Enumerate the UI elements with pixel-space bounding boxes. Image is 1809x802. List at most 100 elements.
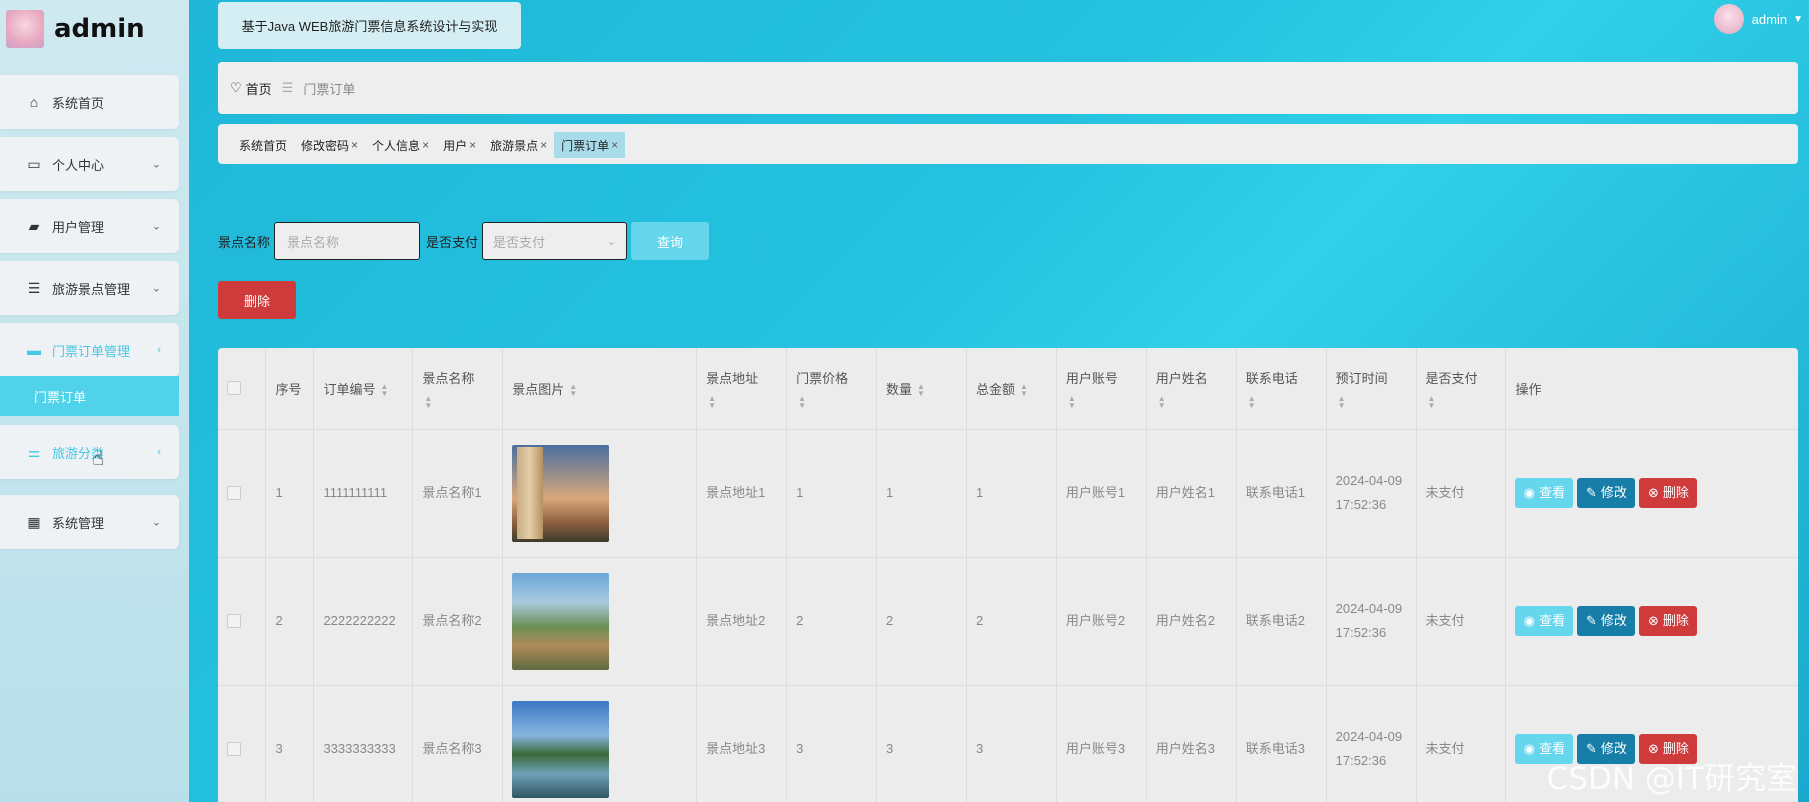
sidebar-item-5[interactable]: ⚌ 旅游分类 ‹: [0, 425, 179, 479]
breadcrumb: ♡ 首页 ☰ 门票订单: [218, 62, 1798, 114]
col-paid[interactable]: 是否支付 ▲ ▼: [1416, 348, 1507, 430]
col-phone-label: 联系电话: [1245, 370, 1298, 386]
edit-button[interactable]: ✎ 修改: [1577, 606, 1636, 636]
chat-icon: ▬: [27, 342, 41, 358]
tab-2[interactable]: 个人信息 ×: [365, 132, 436, 158]
cell-book-time: 2024-04-09 17:52:36: [1326, 557, 1417, 686]
sidebar-item-1[interactable]: ▭ 个人中心 ⌄: [0, 137, 179, 191]
sidebar: admin ⌂ 系统首页 ▭ 个人中心 ⌄ ▰ 用户管理 ⌄ ☰ 旅游景点管理 ⌄ ▬ 门票订单管理 ‹ ⚌…: [0, 0, 189, 802]
sidebar-item-label: 系统管理: [52, 515, 105, 531]
edit-label: 修改: [1600, 613, 1627, 628]
cell-user-name: 用户姓名3: [1146, 685, 1237, 802]
query-button[interactable]: 查询: [631, 222, 710, 260]
tab-label: 用户: [443, 138, 468, 153]
close-icon[interactable]: ×: [611, 138, 618, 152]
close-icon[interactable]: ×: [351, 138, 358, 152]
spot-image[interactable]: [512, 700, 610, 798]
sort-icon: ▲ ▼: [1067, 393, 1076, 410]
sidebar-item-4[interactable]: ▬ 门票订单管理 ‹: [0, 323, 179, 377]
tab-5[interactable]: 门票订单 ×: [554, 132, 626, 158]
sidebar-item-6[interactable]: ▦ 系统管理 ⌄: [0, 495, 179, 549]
col-qty[interactable]: 数量 ▲ ▼: [876, 348, 967, 430]
row-checkbox[interactable]: [227, 486, 241, 500]
chevron-down-icon: ⌄: [606, 235, 617, 248]
col-order-no[interactable]: 订单编号 ▲ ▼: [313, 348, 414, 430]
wallet-icon: ▰: [28, 217, 40, 234]
pencil-icon: ✎: [1586, 485, 1597, 500]
col-spot-image[interactable]: 景点图片 ▲ ▼: [502, 348, 698, 430]
sidebar-item-2[interactable]: ▰ 用户管理 ⌄: [0, 199, 179, 253]
col-spot-addr-label: 景点地址: [706, 370, 759, 386]
col-spot-addr[interactable]: 景点地址 ▲ ▼: [696, 348, 788, 430]
edit-button[interactable]: ✎ 修改: [1577, 478, 1636, 508]
cell-qty: 1: [876, 429, 967, 558]
tab-0[interactable]: 系统首页: [232, 132, 294, 158]
tab-4[interactable]: 旅游景点 ×: [483, 132, 554, 158]
tab-label: 修改密码: [301, 138, 350, 153]
eye-icon: ◉: [1523, 613, 1536, 628]
pay-select[interactable]: 是否支付 ⌄: [482, 222, 628, 260]
spot-image[interactable]: [512, 572, 610, 670]
cell-spot-addr: 景点地址1: [696, 429, 788, 558]
col-user-name[interactable]: 用户姓名 ▲ ▼: [1146, 348, 1237, 430]
user-menu[interactable]: admin ▼: [1713, 4, 1803, 34]
search-row: 景点名称 景点名称 是否支付 是否支付 ⌄ 查询: [218, 222, 710, 260]
cell-paid: 未支付: [1416, 557, 1507, 686]
col-price[interactable]: 门票价格 ▲ ▼: [786, 348, 878, 430]
sidebar-item-label: 旅游景点管理: [52, 281, 131, 297]
cell-user-name: 用户姓名2: [1146, 557, 1237, 686]
cell-qty: 3: [876, 685, 967, 802]
close-icon[interactable]: ×: [469, 138, 476, 152]
arrow-icon: ⌄: [151, 220, 161, 233]
cell-book-time: 2024-04-09 17:52:36: [1326, 685, 1417, 802]
brand-name: admin: [54, 14, 145, 44]
col-account[interactable]: 用户账号 ▲ ▼: [1056, 348, 1147, 430]
view-button[interactable]: ◉ 查看: [1515, 478, 1574, 508]
sidebar-item-0[interactable]: ⌂ 系统首页: [0, 75, 179, 129]
cell-account: 用户账号2: [1056, 557, 1147, 686]
sidebar-item-3[interactable]: ☰ 旅游景点管理 ⌄: [0, 261, 179, 315]
cell-spot-name: 景点名称3: [412, 685, 504, 802]
close-icon[interactable]: ×: [540, 138, 547, 152]
delete-button[interactable]: ⊗ 删除: [1639, 606, 1698, 636]
col-phone[interactable]: 联系电话 ▲ ▼: [1236, 348, 1327, 430]
col-spot-name[interactable]: 景点名称 ▲ ▼: [412, 348, 504, 430]
arrow-icon: ⌄: [151, 282, 161, 295]
tab-bar: 系统首页 修改密码 × 个人信息 × 用户 × 旅游景点 × 门票订单 ×: [218, 124, 1798, 164]
user-name: admin: [1751, 11, 1788, 27]
close-icon[interactable]: ×: [422, 138, 429, 152]
cell-index: 3: [265, 685, 315, 802]
list-icon: ☰: [27, 279, 41, 296]
spot-image[interactable]: [512, 444, 610, 542]
breadcrumb-home[interactable]: ♡ 首页: [230, 79, 272, 98]
tab-3[interactable]: 用户 ×: [436, 132, 483, 158]
cell-order-no: 3333333333: [313, 685, 414, 802]
arrow-icon: ⌄: [151, 158, 161, 171]
tab-label: 门票订单: [561, 138, 610, 153]
table-header-row: 序号 订单编号 ▲ ▼ 景点名称 ▲ ▼ 景点图片 ▲ ▼ 景点地址 ▲ ▼ 门票价格 ▲ ▼ 数量…: [218, 348, 1798, 430]
col-book-time[interactable]: 预订时间 ▲ ▼: [1326, 348, 1417, 430]
delete-button[interactable]: ⊗ 删除: [1639, 478, 1698, 508]
col-total[interactable]: 总金额 ▲ ▼: [966, 348, 1057, 430]
tab-1[interactable]: 修改密码 ×: [294, 132, 365, 158]
view-button[interactable]: ◉ 查看: [1515, 606, 1574, 636]
arrow-icon: ‹: [157, 446, 161, 458]
card-icon: ▭: [27, 155, 41, 172]
col-user-name-label: 用户姓名: [1155, 370, 1208, 386]
name-input[interactable]: 景点名称: [274, 222, 421, 260]
row-checkbox[interactable]: [227, 614, 241, 628]
sort-icon: ▲ ▼: [1019, 382, 1028, 399]
cell-account: 用户账号1: [1056, 429, 1147, 558]
orders-table: 序号 订单编号 ▲ ▼ 景点名称 ▲ ▼ 景点图片 ▲ ▼ 景点地址 ▲ ▼ 门票价格 ▲ ▼ 数量…: [218, 348, 1798, 802]
sort-icon: ▲ ▼: [1157, 393, 1166, 410]
arrow-icon: ⌄: [151, 516, 161, 529]
table-row: 2 2222222222 景点名称2 景点地址2 2 2 2 用户账号2 用户姓名2 联系电话2 2…: [218, 557, 1798, 686]
cell-price: 2: [786, 557, 878, 686]
select-all-checkbox[interactable]: [227, 381, 241, 396]
breadcrumb-separator: ☰: [281, 80, 294, 95]
submenu-item-ticket-orders[interactable]: 门票订单: [0, 376, 179, 416]
batch-delete-button[interactable]: 删除: [218, 281, 296, 319]
sort-icon: ▲ ▼: [569, 382, 578, 399]
sort-icon: ▲ ▼: [798, 393, 807, 410]
row-checkbox[interactable]: [227, 742, 241, 756]
